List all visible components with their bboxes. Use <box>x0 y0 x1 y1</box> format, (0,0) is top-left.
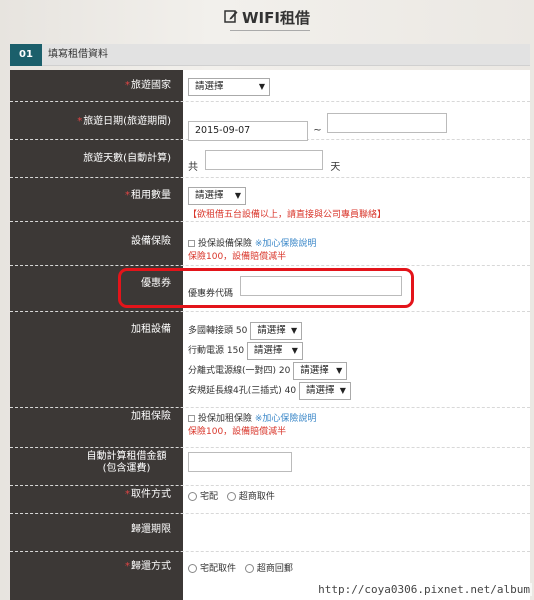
chevron-down-icon: ▼ <box>336 366 343 375</box>
row-quantity: *租用數量 請選擇 ▼ 【欲租借五台設備以上，請直接與公司專員聯絡】 <box>10 178 530 222</box>
addon-item: 分離式電源線(一對四) 20 請選擇 ▼ <box>188 362 524 382</box>
page-header: WIFI租借 <box>0 0 534 40</box>
return-radio-store[interactable] <box>244 564 254 573</box>
addon-name: 安規延長線4孔(三插式) 40 <box>188 386 297 396</box>
addon-item: 安規延長線4孔(三插式) 40 請選擇 ▼ <box>188 382 524 402</box>
return-method-label: *歸還方式 <box>125 561 171 572</box>
insurance-label: 設備保險 <box>131 236 171 247</box>
addon-select[interactable]: 請選擇 ▼ <box>250 322 303 340</box>
return-period-label: 歸還期限 <box>131 524 171 535</box>
section-number: 01 <box>10 44 42 66</box>
addon-insurance-note: 保險100，設備賠償減半 <box>188 427 287 437</box>
return-option-label: 超商回郵 <box>256 564 293 574</box>
days-field <box>205 150 324 170</box>
days-prefix: 共 <box>188 162 198 173</box>
chevron-down-icon: ▼ <box>291 346 298 355</box>
date-separator: ~ <box>313 125 322 136</box>
chevron-down-icon: ▼ <box>339 386 346 395</box>
country-label: *旅遊國家 <box>125 80 171 91</box>
total-label: 自動計算租借金額 (包含運費) <box>86 451 167 474</box>
insurance-info-link[interactable]: ※加心保險說明 <box>255 239 317 249</box>
chevron-down-icon: ▼ <box>258 82 265 91</box>
row-addon-insurance: 加租保險 投保加租保險 ※加心保險說明 保險100，設備賠償減半 <box>10 408 530 448</box>
addon-insurance-checkbox[interactable] <box>188 415 195 422</box>
end-date-input[interactable] <box>326 113 447 133</box>
row-addons: 加租設備 多國轉接頭 50 請選擇 ▼ 行動電源 150 請選擇 ▼ 分離式電源線(… <box>10 312 530 408</box>
return-radio-delivery[interactable] <box>188 564 197 573</box>
row-country: *旅遊國家 請選擇 ▼ <box>10 70 530 102</box>
row-total: 自動計算租借金額 (包含運費) <box>10 448 530 486</box>
insurance-option: 投保設備保險 <box>198 239 253 249</box>
addon-name: 行動電源 150 <box>188 346 245 356</box>
pickup-option-label: 超商取件 <box>238 492 275 502</box>
row-return-period: 歸還期限 <box>10 514 530 552</box>
addon-insurance-info-link[interactable]: ※加心保險說明 <box>255 414 317 424</box>
addon-select[interactable]: 請選擇 ▼ <box>246 342 303 360</box>
return-option-label: 宅配取件 <box>200 564 237 574</box>
addon-name: 分離式電源線(一對四) 20 <box>188 366 291 376</box>
row-return-method: *歸還方式 宅配取件 超商回郵 <box>10 552 530 582</box>
row-dates: *旅遊日期(旅遊期間) 2015-09-07 ~ <box>10 102 530 141</box>
quantity-label: *租用數量 <box>125 190 171 201</box>
addon-insurance-label: 加租保險 <box>131 411 171 422</box>
country-select[interactable]: 請選擇 ▼ <box>188 78 270 96</box>
total-field <box>188 452 292 472</box>
chevron-down-icon: ▼ <box>291 326 298 335</box>
section-header: 01 填寫租借資料 <box>10 44 530 66</box>
addon-name: 多國轉接頭 50 <box>188 326 248 336</box>
pickup-radio-store[interactable] <box>226 492 236 501</box>
days-suffix: 天 <box>330 162 341 173</box>
row-days: 旅遊天數(自動計算) 共 天 <box>10 140 530 178</box>
addon-select[interactable]: 請選擇 ▼ <box>293 362 348 380</box>
row-pickup: *取件方式 宅配 超商取件 <box>10 486 530 514</box>
pickup-option-label: 宅配 <box>200 492 219 502</box>
pickup-label: *取件方式 <box>125 489 171 500</box>
title-underline <box>230 30 310 31</box>
addon-item: 行動電源 150 請選擇 ▼ <box>188 342 524 362</box>
page-title-text: WIFI租借 <box>242 9 310 27</box>
row-insurance: 設備保險 投保設備保險 ※加心保險說明 保險100，設備賠償減半 <box>10 222 530 266</box>
page-title: WIFI租借 <box>0 7 534 28</box>
addon-insurance-option: 投保加租保險 <box>198 414 253 424</box>
insurance-checkbox[interactable] <box>188 240 195 247</box>
pickup-radio-delivery[interactable] <box>188 492 197 501</box>
section-title: 填寫租借資料 <box>48 49 108 60</box>
insurance-note: 保險100，設備賠償減半 <box>188 252 287 262</box>
edit-icon <box>224 9 238 27</box>
chevron-down-icon: ▼ <box>234 191 241 200</box>
quantity-note: 【欲租借五台設備以上，請直接與公司專員聯絡】 <box>188 210 387 220</box>
coupon-highlight-annotation <box>118 268 414 308</box>
addons-label: 加租設備 <box>131 324 171 335</box>
days-label: 旅遊天數(自動計算) <box>83 153 171 164</box>
addon-select[interactable]: 請選擇 ▼ <box>298 382 351 400</box>
dates-label: *旅遊日期(旅遊期間) <box>77 116 171 127</box>
quantity-select[interactable]: 請選擇 ▼ <box>188 187 246 205</box>
watermark-text: http://coya0306.pixnet.net/album <box>316 583 532 596</box>
rental-form: *旅遊國家 請選擇 ▼ *旅遊日期(旅遊期間) 2015-09-07 ~ 旅遊天數… <box>10 70 530 600</box>
start-date-input[interactable]: 2015-09-07 <box>188 121 308 141</box>
addon-item: 多國轉接頭 50 請選擇 ▼ <box>188 322 524 342</box>
